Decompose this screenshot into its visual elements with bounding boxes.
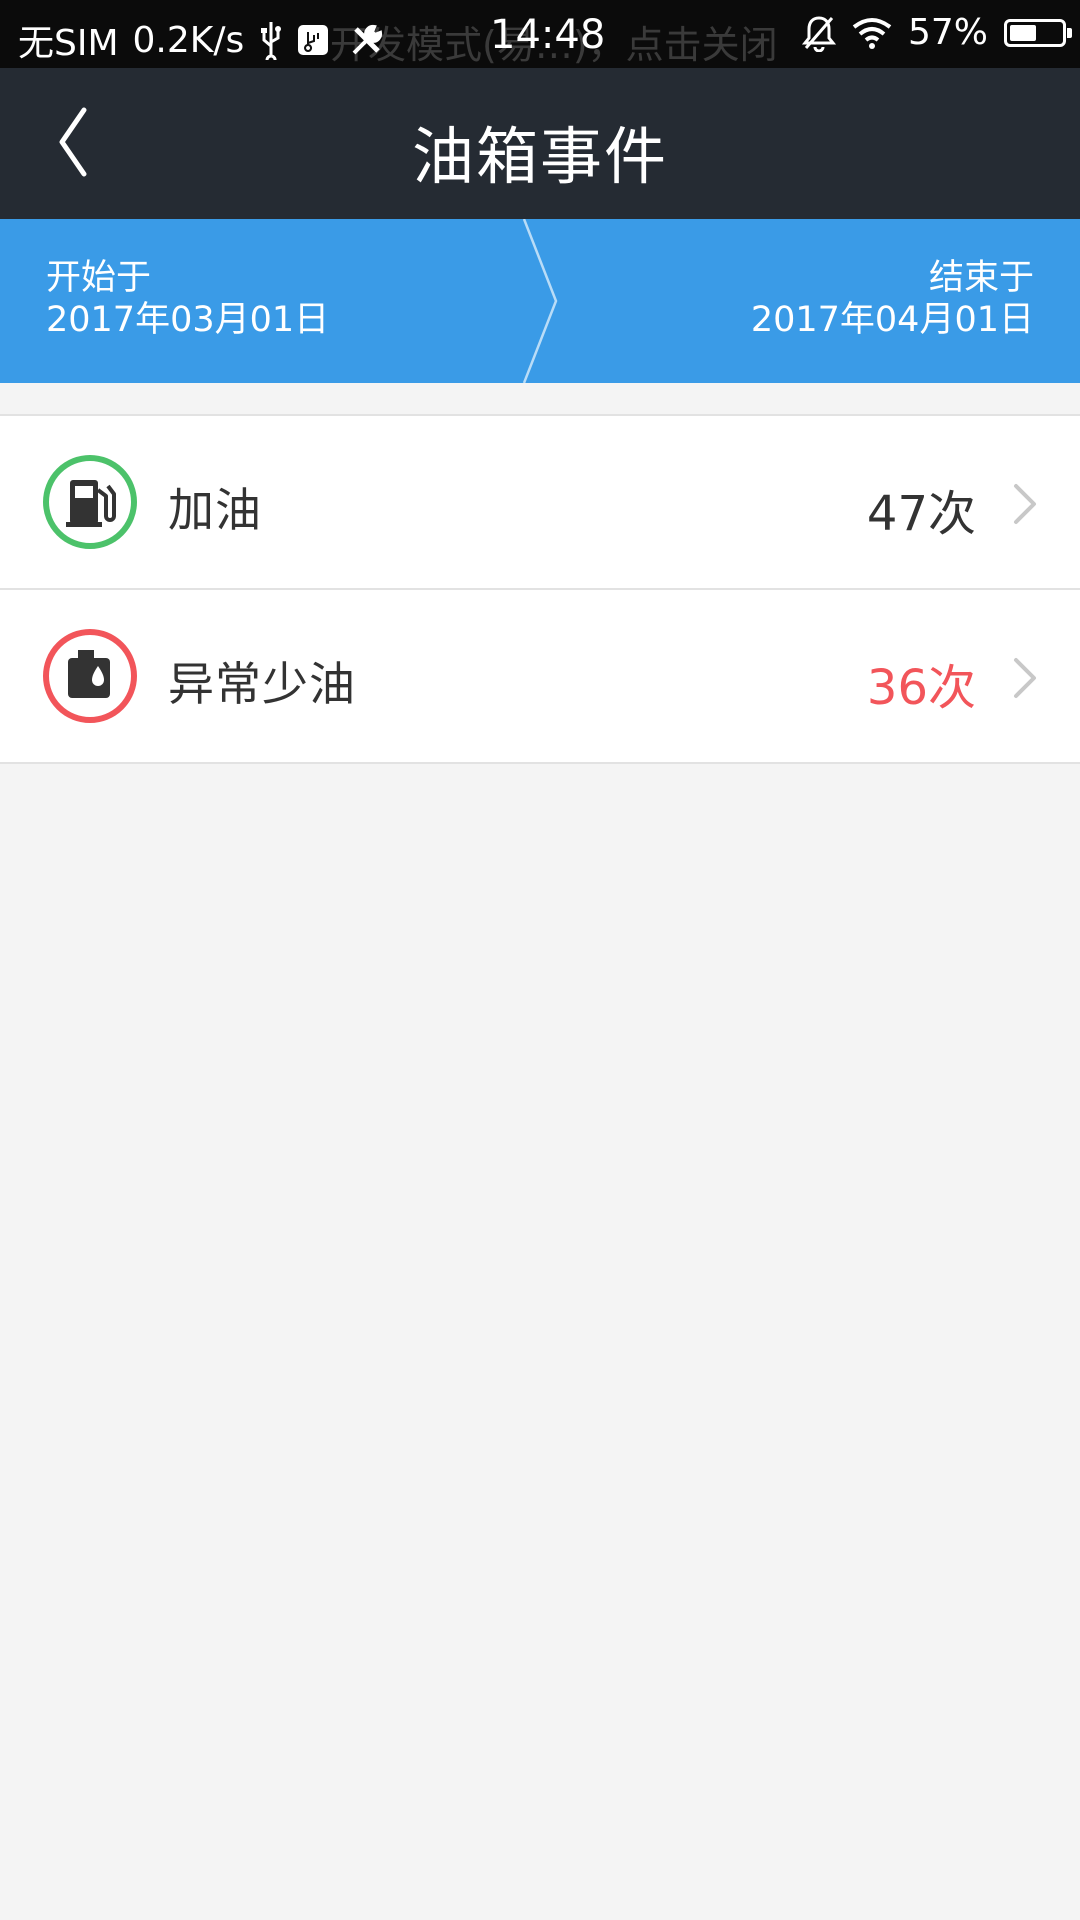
range-divider-icon bbox=[522, 219, 558, 383]
end-date: 2017年04月01日 bbox=[750, 300, 1034, 340]
status-bar: 开发模式(易…)，点击关闭 无SIM 0.2K/s 14:48 57% bbox=[0, 0, 1080, 68]
start-date: 2017年03月01日 bbox=[46, 300, 330, 340]
carrier-text: 无SIM bbox=[18, 23, 119, 64]
start-label: 开始于 bbox=[46, 258, 152, 298]
battery-percent: 57% bbox=[907, 12, 988, 53]
list-item-abnormal-fuel-loss[interactable]: 异常少油 36次 bbox=[0, 588, 1080, 762]
status-right: 57% bbox=[786, 12, 1072, 53]
battery-fill bbox=[1010, 24, 1036, 41]
fuel-pump-icon bbox=[43, 455, 137, 549]
wifi-icon bbox=[852, 17, 892, 49]
status-left: 无SIM 0.2K/s bbox=[18, 14, 386, 66]
end-label: 结束于 bbox=[928, 258, 1034, 298]
event-label-refuel: 加油 bbox=[168, 483, 262, 537]
date-range-bar: 开始于 2017年03月01日 结束于 2017年04月01日 bbox=[0, 219, 1080, 383]
status-clock: 14:48 bbox=[490, 12, 606, 58]
start-date-selector[interactable]: 开始于 2017年03月01日 bbox=[46, 257, 329, 341]
end-date-selector[interactable]: 结束于 2017年04月01日 bbox=[751, 257, 1034, 341]
event-count-abnormal-fuel-loss: 36次 bbox=[866, 660, 976, 716]
event-label-abnormal-fuel-loss: 异常少油 bbox=[168, 657, 356, 711]
event-list: 加油 47次 异常少油 36次 bbox=[0, 414, 1080, 764]
fuel-tank-drop-icon bbox=[43, 629, 137, 723]
chevron-right-icon bbox=[1014, 484, 1036, 524]
nav-bar: 油箱事件 bbox=[0, 68, 1080, 219]
chevron-right-icon bbox=[1014, 658, 1036, 698]
list-item-refuel[interactable]: 加油 47次 bbox=[0, 416, 1080, 588]
usb-icon bbox=[261, 22, 282, 60]
event-count-refuel: 47次 bbox=[866, 486, 976, 542]
tools-icon bbox=[352, 24, 383, 55]
page-title: 油箱事件 bbox=[411, 120, 668, 193]
bell-off-icon bbox=[801, 15, 836, 52]
sd-card-icon bbox=[298, 25, 329, 55]
battery-icon bbox=[1004, 18, 1072, 47]
network-speed: 0.2K/s bbox=[132, 19, 245, 61]
